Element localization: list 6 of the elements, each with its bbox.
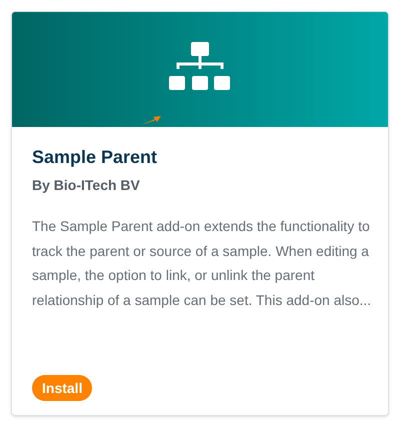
author-label: By Bio-ITech BV [32, 176, 141, 195]
install-button[interactable]: Install [32, 375, 92, 401]
hierarchy-icon [169, 42, 231, 92]
card-title: Sample Parent [32, 146, 158, 169]
arrow-icon [141, 116, 161, 126]
description-text: The Sample Parent add-on extends the functionality to track the parent or source of a sample. When editing a sample, the option to link, or unlink the parent relationship of a sample can be set. This add-on also... [32, 217, 372, 310]
